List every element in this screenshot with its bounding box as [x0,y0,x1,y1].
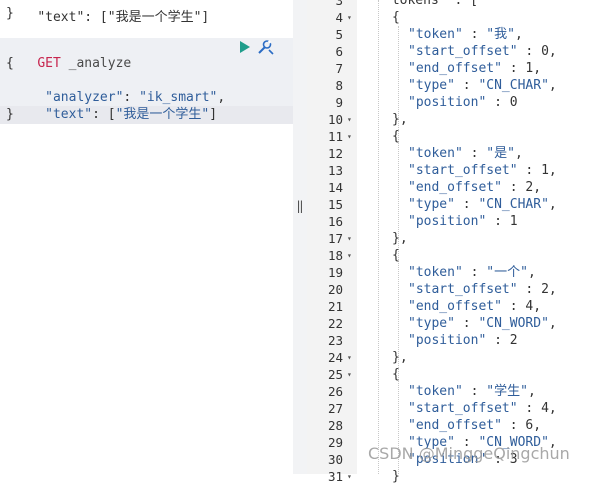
line-number: 5 [335,27,343,42]
token-object-close: } [392,469,400,484]
line-number: 10 [327,112,343,127]
text-line: "text": ["我是一个学生"] [45,107,218,122]
line-number: 14 [327,180,343,195]
request-path: _analyze [68,56,132,71]
fold-toggle-icon[interactable]: ▾ [347,366,355,383]
request-editor-pane[interactable]: "text": ["我是一个学生"] } GET _analyze { "ana… [0,0,293,474]
position-field: "position" : 1 [408,214,518,229]
fold-toggle-icon[interactable]: ▾ [347,111,355,128]
wrench-icon [258,40,274,55]
token-object-close: }, [392,231,408,246]
fold-toggle-icon[interactable]: ▾ [347,9,355,26]
token-object-open: { [392,10,400,25]
line-number: 11 [327,129,343,144]
token-field: "token" : "一个", [408,265,536,280]
request-line[interactable]: GET _analyze [6,38,131,71]
line-number: 25 [327,367,343,382]
watermark: CSDN @MinggeQingchun [368,444,570,463]
end-offset-field: "end_offset" : 2, [408,180,542,195]
line-number: 3 [335,0,343,8]
request-settings-button[interactable] [256,39,274,55]
line-number: 22 [327,316,343,331]
position-field: "position" : 2 [408,333,518,348]
token-field: "token" : "学生", [408,384,536,399]
line-number: 18 [327,248,343,263]
token-object-close: }, [392,112,408,127]
line-number: 16 [327,214,343,229]
token-object-close: }, [392,350,408,365]
resize-handle[interactable]: ‖ [296,198,304,214]
send-request-button[interactable] [239,40,251,54]
fold-toggle-icon[interactable]: ▾ [347,128,355,145]
line-number: 8 [335,78,343,93]
line-number: 27 [327,401,343,416]
line-number: 21 [327,299,343,314]
line-number: 31 [327,469,343,484]
line-number: 15 [327,197,343,212]
line-number: 17 [327,231,343,246]
pane-divider[interactable] [293,0,307,474]
start-offset-field: "start_offset" : 4, [408,401,557,416]
end-offset-field: "end_offset" : 4, [408,299,542,314]
body-close-brace: } [6,107,14,122]
play-icon [240,41,250,53]
token-object-open: { [392,367,400,382]
token-object-open: { [392,129,400,144]
end-offset-field: "end_offset" : 1, [408,61,542,76]
line-number: 6 [335,44,343,59]
fold-toggle-icon[interactable]: ▾ [347,247,355,264]
line-number: 24 [327,350,343,365]
end-offset-field: "end_offset" : 6, [408,418,542,433]
line-number: 19 [327,265,343,280]
body-open-brace: { [6,56,14,71]
token-field: "token" : "是", [408,146,523,161]
line-number: 28 [327,418,343,433]
previous-request-close-brace: } [6,6,14,21]
type-field: "type" : "CN_CHAR", [408,197,557,212]
fold-toggle-icon[interactable]: ▾ [347,349,355,366]
tokens-array-open: "tokens" : [ [384,0,478,8]
start-offset-field: "start_offset" : 0, [408,44,557,59]
start-offset-field: "start_offset" : 2, [408,282,557,297]
line-number: 30 [327,452,343,467]
token-field: "token" : "我", [408,27,523,42]
token-object-open: { [392,248,400,263]
start-offset-field: "start_offset" : 1, [408,163,557,178]
line-number: 23 [327,333,343,348]
http-method: GET [37,56,61,71]
line-number: 29 [327,435,343,450]
fold-toggle-icon[interactable]: ▾ [347,230,355,247]
line-number: 4 [335,10,343,25]
clipped-text-line: "text": ["我是一个学生"] [37,10,210,25]
fold-toggle-icon[interactable]: ▾ [347,468,355,485]
line-number: 7 [335,61,343,76]
line-number: 9 [335,95,343,110]
line-number: 13 [327,163,343,178]
indent-guide [378,0,379,474]
line-number: 20 [327,282,343,297]
type-field: "type" : "CN_CHAR", [408,78,557,93]
position-field: "position" : 0 [408,95,518,110]
line-number: 12 [327,146,343,161]
line-number: 26 [327,384,343,399]
analyzer-line: "analyzer": "ik_smart", [45,90,226,105]
type-field: "type" : "CN_WORD", [408,316,557,331]
